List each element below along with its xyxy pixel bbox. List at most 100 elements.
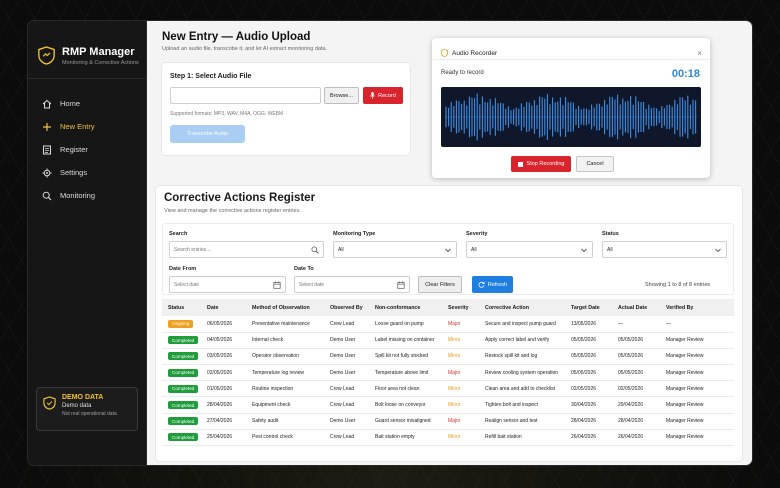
table-row[interactable]: Completed 03/05/2026 Operator observation D… [162, 348, 734, 366]
step-title: Step 1: Select Audio File [170, 73, 252, 80]
observed-by-cell: Crew Lead [324, 429, 369, 447]
shield-logo-icon [38, 46, 55, 65]
actual-date-cell: 02/05/2026 [612, 380, 660, 398]
date-cell: 03/05/2026 [201, 348, 246, 366]
observed-by-cell: Demo User [324, 348, 369, 366]
sidebar-item-label: Register [60, 145, 88, 154]
sidebar-item-monitoring[interactable]: Monitoring [28, 184, 146, 207]
date-from-placeholder: Select date [174, 281, 200, 288]
status-value: All [607, 246, 613, 253]
recorder-timer: 00:18 [671, 68, 700, 80]
column-header[interactable]: Observed By [324, 299, 369, 316]
date-cell: 01/05/2026 [201, 380, 246, 398]
close-icon[interactable]: × [697, 49, 702, 58]
sidebar-item-register[interactable]: Register [28, 138, 146, 161]
severity-cell: Minor [442, 380, 479, 398]
stop-recording-button[interactable]: Stop Recording [511, 156, 571, 172]
table-row[interactable]: Completed 04/05/2026 Internal check Demo Us… [162, 332, 734, 349]
search-input[interactable]: Search entries... [169, 241, 324, 258]
status-cell: Completed [162, 396, 201, 414]
sidebar-item-label: Monitoring [60, 191, 96, 200]
status-badge: Completed [168, 352, 199, 361]
page-title: New Entry — Audio Upload [162, 31, 311, 43]
column-header[interactable]: Actual Date [612, 299, 660, 316]
status-select[interactable]: All [602, 241, 727, 258]
filters-panel: Search Search entries... Monitoring Type… [162, 223, 734, 295]
status-badge: Completed [168, 433, 199, 442]
table-row[interactable]: Completed 27/04/2026 Safety audit Demo User… [162, 413, 734, 430]
actual-date-cell: 28/04/2026 [612, 413, 660, 430]
nonconformance-cell: Floor area not clean [369, 380, 442, 398]
method-cell: Safety audit [246, 413, 324, 430]
chevron-down-icon [581, 248, 587, 252]
corrective-action-cell: Review cooling system operation [479, 364, 565, 382]
table-row[interactable]: Completed 01/05/2026 Routine inspection Cre… [162, 380, 734, 398]
actual-date-cell: 26/04/2026 [612, 429, 660, 447]
nonconformance-cell: Temperature above limit [369, 364, 442, 382]
demo-line1: Demo data [62, 403, 92, 409]
sidebar-item-home[interactable]: Home [28, 92, 146, 115]
corrective-action-cell: Tighten bolt and inspect [479, 396, 565, 414]
transcribe-button[interactable]: Transcribe Audio [170, 125, 245, 143]
plus-icon [43, 122, 51, 131]
target-date-cell: 05/05/2026 [565, 364, 612, 382]
record-button[interactable]: Record [363, 87, 403, 104]
chevron-down-icon [715, 248, 721, 252]
verified-by-cell: Manager Review [660, 380, 734, 398]
observed-by-cell: Crew Lead [324, 380, 369, 398]
cancel-button[interactable]: Cancel [576, 156, 614, 172]
table-row[interactable]: Completed 25/04/2026 Pest control check Cre… [162, 429, 734, 447]
sidebar-item-settings[interactable]: Settings [28, 161, 146, 184]
stop-icon [517, 161, 523, 167]
column-header[interactable]: Severity [442, 299, 479, 316]
status-badge: Ongoing [168, 319, 194, 328]
date-cell: 27/04/2026 [201, 413, 246, 430]
method-cell: Equipment check [246, 396, 324, 414]
search-label: Search [169, 231, 188, 237]
actual-date-cell: 29/04/2026 [612, 396, 660, 414]
upload-card: Step 1: Select Audio File Browse... Reco… [162, 63, 410, 155]
verified-by-cell: Manager Review [660, 429, 734, 447]
verified-by-cell: Manager Review [660, 348, 734, 366]
monitoring-type-select[interactable]: All [333, 241, 457, 258]
column-header[interactable]: Method of Observation [246, 299, 324, 316]
app-window: RMP Manager Monitoring & Corrective Acti… [28, 21, 752, 465]
column-header[interactable]: Date [201, 299, 246, 316]
column-header[interactable]: Status [162, 299, 201, 316]
audio-file-input[interactable] [170, 87, 321, 104]
target-date-cell: 28/04/2026 [565, 413, 612, 430]
column-header[interactable]: Verified By [660, 299, 734, 316]
microphone-icon [370, 92, 375, 99]
date-from-input[interactable]: Select date [169, 276, 286, 293]
date-cell: 25/04/2026 [201, 429, 246, 447]
sidebar-item-new-entry[interactable]: New Entry [28, 115, 146, 138]
refresh-icon [478, 281, 485, 288]
verified-by-cell: Manager Review [660, 332, 734, 349]
waveform [445, 93, 697, 141]
stop-label: Stop Recording [526, 161, 565, 167]
target-date-cell: 05/05/2026 [565, 332, 612, 349]
table-row[interactable]: Ongoing 06/05/2026 Preventative maintenanc… [162, 316, 734, 333]
method-cell: Routine inspection [246, 380, 324, 398]
date-cell: 28/04/2026 [201, 396, 246, 414]
nonconformance-cell: Guard sensor misaligned [369, 413, 442, 430]
table-row[interactable]: Completed 02/05/2026 Temperature log revie… [162, 364, 734, 382]
clear-filters-button[interactable]: Clear Filters [418, 276, 462, 293]
table-row[interactable]: Completed 28/04/2026 Equipment check Crew L… [162, 396, 734, 414]
nonconformance-cell: Spill kit not fully stocked [369, 348, 442, 366]
corrective-action-cell: Refill bait station [479, 429, 565, 447]
target-date-cell: 02/05/2026 [565, 380, 612, 398]
column-header[interactable]: Corrective Action [479, 299, 565, 316]
severity-select[interactable]: All [466, 241, 593, 258]
observed-by-cell: Demo User [324, 413, 369, 430]
browse-button[interactable]: Browse... [324, 87, 359, 104]
corrective-action-cell: Restock spill kit and log [479, 348, 565, 366]
status-badge: Completed [168, 368, 199, 377]
status-cell: Completed [162, 429, 201, 447]
date-to-input[interactable]: Select date [294, 276, 410, 293]
column-header[interactable]: Non-conformance [369, 299, 442, 316]
refresh-button[interactable]: Refresh [472, 276, 513, 293]
nonconformance-cell: Bait station empty [369, 429, 442, 447]
column-header[interactable]: Target Date [565, 299, 612, 316]
search-placeholder: Search entries... [174, 246, 211, 253]
